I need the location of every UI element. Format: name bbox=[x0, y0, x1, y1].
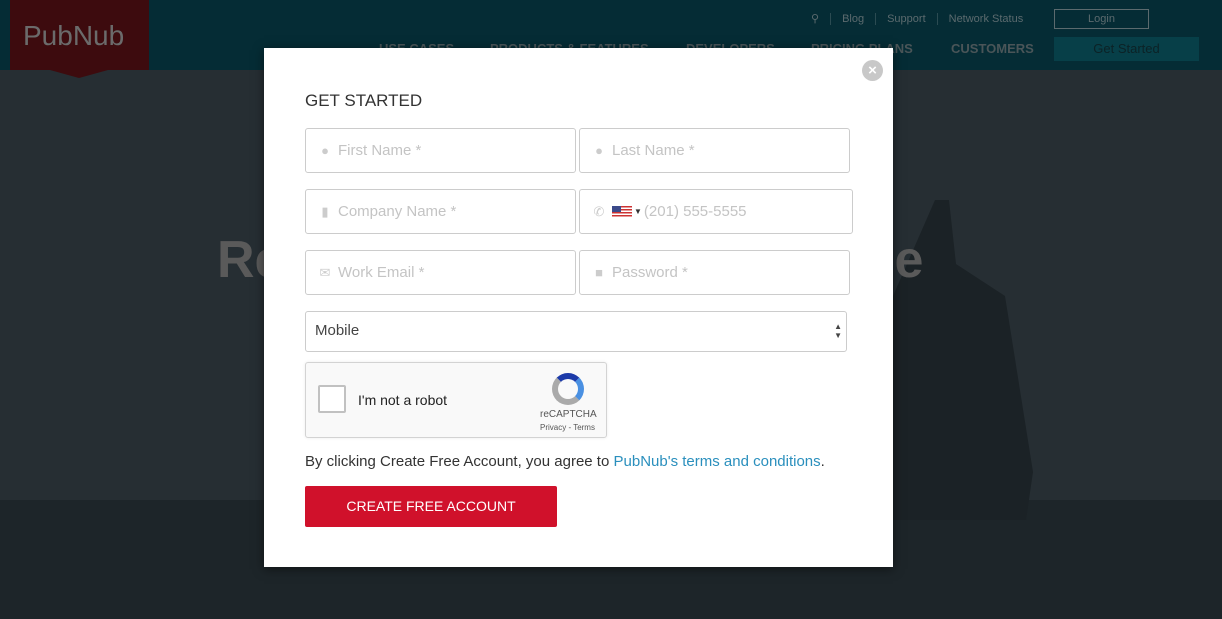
phone-icon: ✆ bbox=[593, 203, 605, 219]
password-field[interactable]: ■ Password * bbox=[579, 250, 850, 295]
terms-link[interactable]: PubNub's terms and conditions bbox=[614, 453, 821, 470]
create-account-button[interactable]: CREATE FREE ACCOUNT bbox=[305, 486, 557, 527]
blog-link[interactable]: Blog bbox=[830, 12, 875, 25]
top-links: ⚲ Blog Support Network Status bbox=[800, 12, 1034, 25]
login-button[interactable]: Login bbox=[1054, 9, 1149, 29]
terms-notice: By clicking Create Free Account, you agr… bbox=[305, 453, 825, 470]
recaptcha-label: I'm not a robot bbox=[358, 392, 448, 408]
recaptcha-checkbox[interactable] bbox=[318, 385, 346, 413]
user-icon: ● bbox=[595, 143, 603, 158]
support-link[interactable]: Support bbox=[875, 12, 937, 25]
company-field[interactable]: ▮ Company Name * bbox=[305, 189, 576, 234]
select-arrows-icon: ▲ ▼ bbox=[834, 322, 842, 340]
network-status-link[interactable]: Network Status bbox=[936, 12, 1035, 25]
first-name-placeholder: First Name * bbox=[338, 142, 422, 159]
lock-icon: ■ bbox=[595, 265, 603, 280]
first-name-field[interactable]: ● First Name * bbox=[305, 128, 576, 173]
last-name-field[interactable]: ● Last Name * bbox=[579, 128, 850, 173]
phone-type-select[interactable]: Mobile ▲ ▼ bbox=[305, 311, 847, 352]
get-started-button[interactable]: Get Started bbox=[1054, 37, 1199, 61]
modal-title: GET STARTED bbox=[305, 91, 423, 110]
select-value: Mobile bbox=[315, 322, 360, 339]
envelope-icon: ✉ bbox=[319, 264, 331, 280]
recaptcha-widget: I'm not a robot reCAPTCHA Privacy - Term… bbox=[305, 362, 607, 438]
recaptcha-logo-icon bbox=[552, 373, 584, 405]
email-placeholder: Work Email * bbox=[338, 264, 425, 281]
password-placeholder: Password * bbox=[612, 264, 688, 281]
terms-end: . bbox=[820, 453, 825, 470]
chevron-down-icon[interactable]: ▼ bbox=[634, 207, 642, 216]
phone-field[interactable]: ✆ ▼ (201) 555-5555 bbox=[579, 189, 853, 234]
company-placeholder: Company Name * bbox=[338, 203, 457, 220]
close-icon[interactable]: × bbox=[862, 60, 883, 81]
search-icon[interactable]: ⚲ bbox=[800, 12, 830, 25]
us-flag-icon[interactable] bbox=[612, 206, 632, 217]
phone-placeholder: (201) 555-5555 bbox=[643, 203, 747, 220]
email-field[interactable]: ✉ Work Email * bbox=[305, 250, 576, 295]
recaptcha-brand: reCAPTCHA bbox=[540, 409, 597, 420]
last-name-placeholder: Last Name * bbox=[612, 142, 695, 159]
industry-icon: ▮ bbox=[321, 203, 329, 219]
terms-text: By clicking Create Free Account, you agr… bbox=[305, 453, 614, 470]
nav-customers[interactable]: CUSTOMERS bbox=[951, 41, 1034, 56]
logo[interactable]: PubNub bbox=[10, 0, 149, 78]
user-icon: ● bbox=[321, 143, 329, 158]
recaptcha-links[interactable]: Privacy - Terms bbox=[540, 423, 595, 432]
